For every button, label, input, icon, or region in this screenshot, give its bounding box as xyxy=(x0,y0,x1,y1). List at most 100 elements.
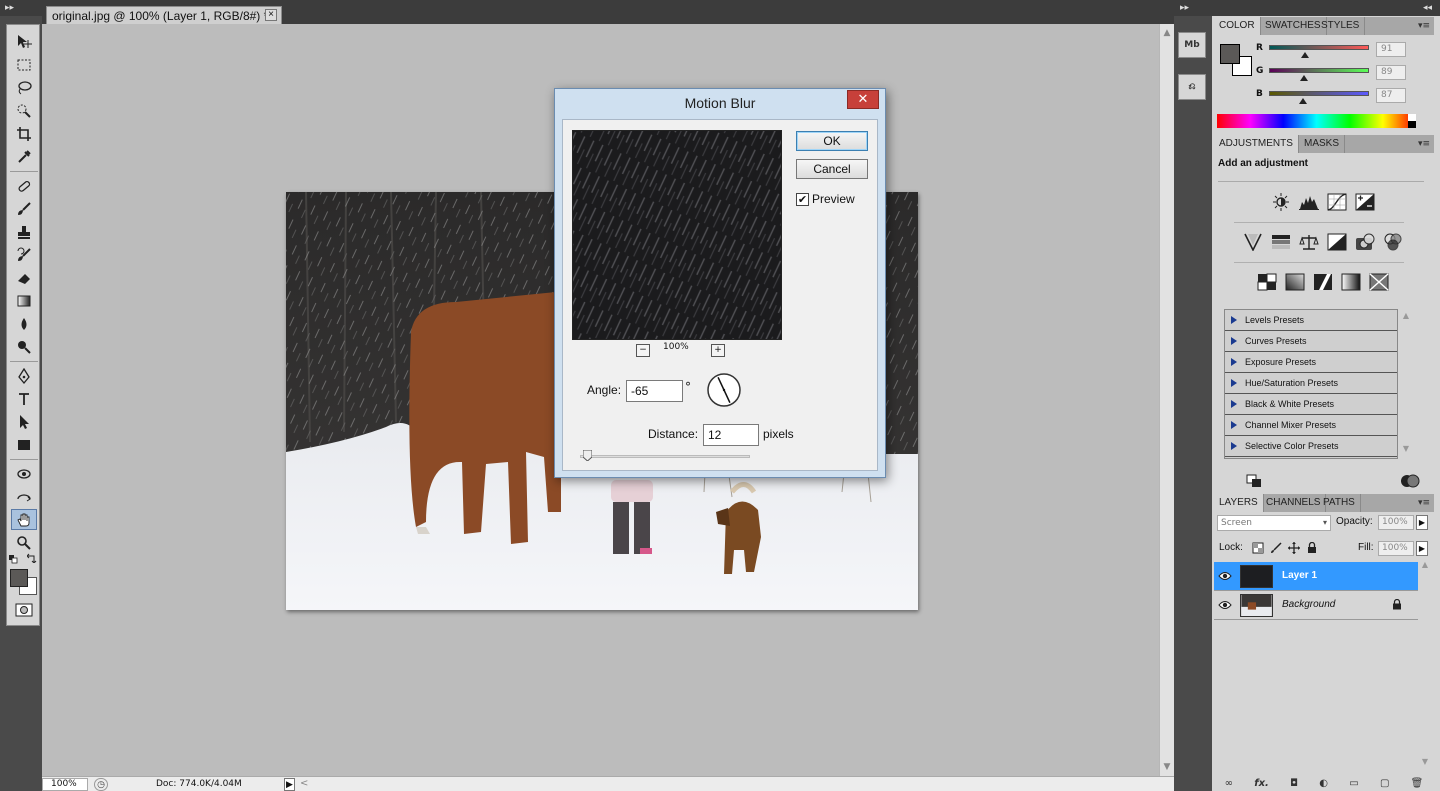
lasso-tool-icon[interactable] xyxy=(11,77,37,98)
distance-slider[interactable] xyxy=(580,455,750,458)
blue-slider-thumb[interactable] xyxy=(1299,98,1308,104)
selective-color-icon[interactable] xyxy=(1368,272,1390,292)
expand-triangle-icon[interactable] xyxy=(1231,379,1237,387)
panel-menu-icon[interactable]: ▾≡ xyxy=(1418,497,1430,509)
green-value-field[interactable]: 89 xyxy=(1376,65,1406,80)
dodge-tool-icon[interactable] xyxy=(11,336,37,357)
tab-paths[interactable]: PATHS xyxy=(1318,494,1361,512)
preset-curves[interactable]: Curves Presets xyxy=(1225,331,1397,352)
threshold-icon[interactable] xyxy=(1312,272,1334,292)
clip-to-layer-icon[interactable] xyxy=(1246,474,1262,488)
preset-channel-mixer[interactable]: Channel Mixer Presets xyxy=(1225,415,1397,436)
tab-styles[interactable]: STYLES xyxy=(1316,17,1366,35)
posterize-icon[interactable] xyxy=(1284,272,1306,292)
clone-stamp-tool-icon[interactable] xyxy=(11,221,37,242)
quick-mask-icon[interactable] xyxy=(15,603,33,617)
scroll-down-icon[interactable]: ▼ xyxy=(1162,762,1172,772)
panel-menu-icon[interactable]: ▾≡ xyxy=(1418,20,1430,32)
mini-bridge-icon[interactable]: Mb xyxy=(1178,32,1206,58)
adjustment-layer-icon[interactable]: ◐ xyxy=(1319,778,1328,789)
curves-icon[interactable] xyxy=(1326,192,1348,212)
add-mask-icon[interactable]: ◘ xyxy=(1290,778,1298,789)
document-tab[interactable]: original.jpg @ 100% (Layer 1, RGB/8#) * … xyxy=(46,6,282,24)
presets-scrollbar[interactable]: ▲ ▼ xyxy=(1400,311,1412,457)
layers-scrollbar[interactable]: ▲ ▼ xyxy=(1418,560,1432,774)
panels-collapse-bar[interactable]: ◂◂ xyxy=(1212,0,1440,16)
marquee-tool-icon[interactable] xyxy=(11,54,37,75)
expand-triangle-icon[interactable] xyxy=(1231,400,1237,408)
preset-black-white[interactable]: Black & White Presets xyxy=(1225,394,1397,415)
lock-image-pixels-icon[interactable] xyxy=(1270,542,1282,554)
expand-triangle-icon[interactable] xyxy=(1231,316,1237,324)
distance-slider-thumb[interactable] xyxy=(583,450,592,461)
status-menu-arrow-icon[interactable]: ▶ xyxy=(284,778,295,791)
preset-exposure[interactable]: Exposure Presets xyxy=(1225,352,1397,373)
layer-row-background[interactable]: Background xyxy=(1214,591,1418,620)
scroll-left-icon[interactable]: < xyxy=(300,778,308,789)
angle-input[interactable]: -65 xyxy=(626,380,683,402)
expand-triangle-icon[interactable] xyxy=(1231,421,1237,429)
zoom-level-field[interactable]: 100% xyxy=(42,778,88,791)
preset-levels[interactable]: Levels Presets xyxy=(1225,310,1397,331)
history-icon[interactable]: ⎌ xyxy=(1178,74,1206,100)
crop-tool-icon[interactable] xyxy=(11,123,37,144)
blue-value-field[interactable]: 87 xyxy=(1376,88,1406,103)
red-value-field[interactable]: 91 xyxy=(1376,42,1406,57)
pen-tool-icon[interactable] xyxy=(11,365,37,386)
close-icon[interactable]: ✕ xyxy=(847,90,879,109)
exposure-icon[interactable] xyxy=(1354,192,1376,212)
foreground-color-chip[interactable] xyxy=(1220,44,1240,64)
eraser-tool-icon[interactable] xyxy=(11,267,37,288)
dock-collapse-bar[interactable]: ▸▸ xyxy=(1174,0,1212,16)
link-layers-icon[interactable]: ∞ xyxy=(1225,778,1233,789)
scroll-up-icon[interactable]: ▲ xyxy=(1162,28,1172,38)
healing-brush-tool-icon[interactable] xyxy=(11,175,37,196)
green-slider[interactable] xyxy=(1269,68,1369,73)
blend-mode-select[interactable]: Screen ▾ xyxy=(1217,515,1331,531)
expand-triangle-icon[interactable] xyxy=(1231,358,1237,366)
foreground-color-swatch[interactable] xyxy=(10,569,28,587)
lock-position-icon[interactable] xyxy=(1288,542,1300,554)
tab-masks[interactable]: MASKS xyxy=(1299,135,1346,153)
trash-icon[interactable]: 🗑 xyxy=(1411,778,1424,789)
channel-mixer-icon[interactable] xyxy=(1382,232,1404,252)
tab-layers[interactable]: LAYERS xyxy=(1214,494,1264,512)
preview-zoom-out-button[interactable]: − xyxy=(636,344,650,357)
red-slider[interactable] xyxy=(1269,45,1369,50)
hue-saturation-icon[interactable] xyxy=(1270,232,1292,252)
layer-name[interactable]: Background xyxy=(1282,599,1335,610)
distance-input[interactable]: 12 xyxy=(703,424,759,446)
swap-colors-icon[interactable] xyxy=(26,553,37,564)
lock-transparent-pixels-icon[interactable] xyxy=(1252,542,1264,554)
close-icon[interactable]: × xyxy=(265,9,277,21)
preview-zoom-in-button[interactable]: + xyxy=(711,344,725,357)
expand-triangle-icon[interactable] xyxy=(1231,337,1237,345)
zoom-tool-icon[interactable] xyxy=(11,532,37,553)
tools-collapse-bar[interactable]: ▸▸ xyxy=(0,0,42,16)
path-selection-tool-icon[interactable] xyxy=(11,411,37,432)
black-white-ramp[interactable] xyxy=(1408,114,1416,128)
ok-button[interactable]: OK xyxy=(796,131,868,151)
photo-filter-icon[interactable] xyxy=(1354,232,1376,252)
fx-icon[interactable]: fx. xyxy=(1254,778,1269,789)
angle-dial-icon[interactable] xyxy=(706,372,742,408)
gradient-map-icon[interactable] xyxy=(1340,272,1362,292)
eyedropper-tool-icon[interactable] xyxy=(11,146,37,167)
blur-tool-icon[interactable] xyxy=(11,313,37,334)
quick-selection-tool-icon[interactable] xyxy=(11,100,37,121)
tab-adjustments[interactable]: ADJUSTMENTS xyxy=(1214,135,1299,153)
status-info-icon[interactable]: ◷ xyxy=(94,778,108,791)
layer-row-layer-1[interactable]: Layer 1 xyxy=(1214,562,1418,591)
fill-slider-arrow-icon[interactable]: ▶ xyxy=(1416,541,1428,556)
opacity-slider-arrow-icon[interactable]: ▶ xyxy=(1416,515,1428,530)
hand-tool-icon[interactable] xyxy=(11,509,37,530)
tab-channels[interactable]: CHANNELS xyxy=(1261,494,1327,512)
gradient-tool-icon[interactable] xyxy=(11,290,37,311)
fill-field[interactable]: 100% xyxy=(1378,541,1414,556)
3d-rotate-tool-icon[interactable] xyxy=(11,463,37,484)
lock-all-icon[interactable] xyxy=(1306,542,1318,554)
preset-hue-saturation[interactable]: Hue/Saturation Presets xyxy=(1225,373,1397,394)
visibility-eye-icon[interactable] xyxy=(1218,599,1232,611)
default-colors-icon[interactable] xyxy=(9,555,19,565)
brush-tool-icon[interactable] xyxy=(11,198,37,219)
